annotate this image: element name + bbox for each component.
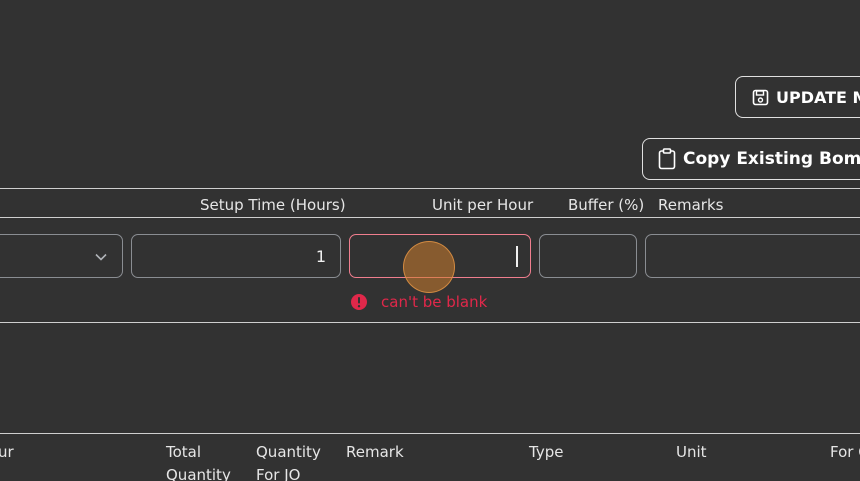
- text-caret: [516, 246, 518, 267]
- divider: [0, 322, 860, 323]
- header-unit-per-hour: Unit per Hour: [432, 196, 534, 214]
- table-header-quantity-for-jo: Quantity For JO: [256, 441, 321, 481]
- table-header-total-quantity-line2: Quantity: [166, 466, 231, 481]
- table-header-partial: ur: [0, 443, 14, 461]
- update-button[interactable]: UPDATE MA: [735, 76, 860, 118]
- copy-existing-bom-label: Copy Existing Bom: [683, 149, 860, 169]
- divider: [0, 433, 860, 434]
- buffer-input[interactable]: [539, 234, 637, 278]
- table-header-quantity-for-jo-line2: For JO: [256, 466, 301, 481]
- table-header-total-quantity: Total Quantity: [166, 441, 231, 481]
- chevron-down-icon: [95, 253, 107, 261]
- unit-per-hour-input[interactable]: [349, 234, 531, 278]
- setup-time-input[interactable]: 1: [131, 234, 341, 278]
- table-header-total-quantity-line1: Total: [166, 443, 202, 461]
- clipboard-icon: [658, 148, 676, 170]
- setup-time-value: 1: [315, 247, 326, 266]
- update-button-label: UPDATE MA: [776, 87, 860, 107]
- divider: [0, 188, 860, 189]
- table-header-unit: Unit: [676, 443, 707, 461]
- table-header-remark: Remark: [346, 443, 404, 461]
- remarks-input[interactable]: [645, 234, 860, 278]
- table-header-for-partial: For C: [830, 443, 860, 461]
- header-setup-time: Setup Time (Hours): [200, 196, 346, 214]
- divider: [0, 217, 860, 218]
- header-remarks: Remarks: [658, 196, 724, 214]
- save-icon: [752, 89, 769, 105]
- header-buffer: Buffer (%): [568, 196, 645, 214]
- error-icon: [351, 294, 367, 310]
- copy-existing-bom-button[interactable]: Copy Existing Bom: [642, 138, 860, 180]
- unit-per-hour-error: can't be blank: [381, 293, 488, 311]
- table-header-quantity-for-jo-line1: Quantity: [256, 443, 321, 461]
- process-select[interactable]: [0, 234, 123, 278]
- table-header-type: Type: [529, 443, 564, 461]
- bom-editor: UPDATE MA Copy Existing Bom Setup Time (…: [0, 0, 860, 481]
